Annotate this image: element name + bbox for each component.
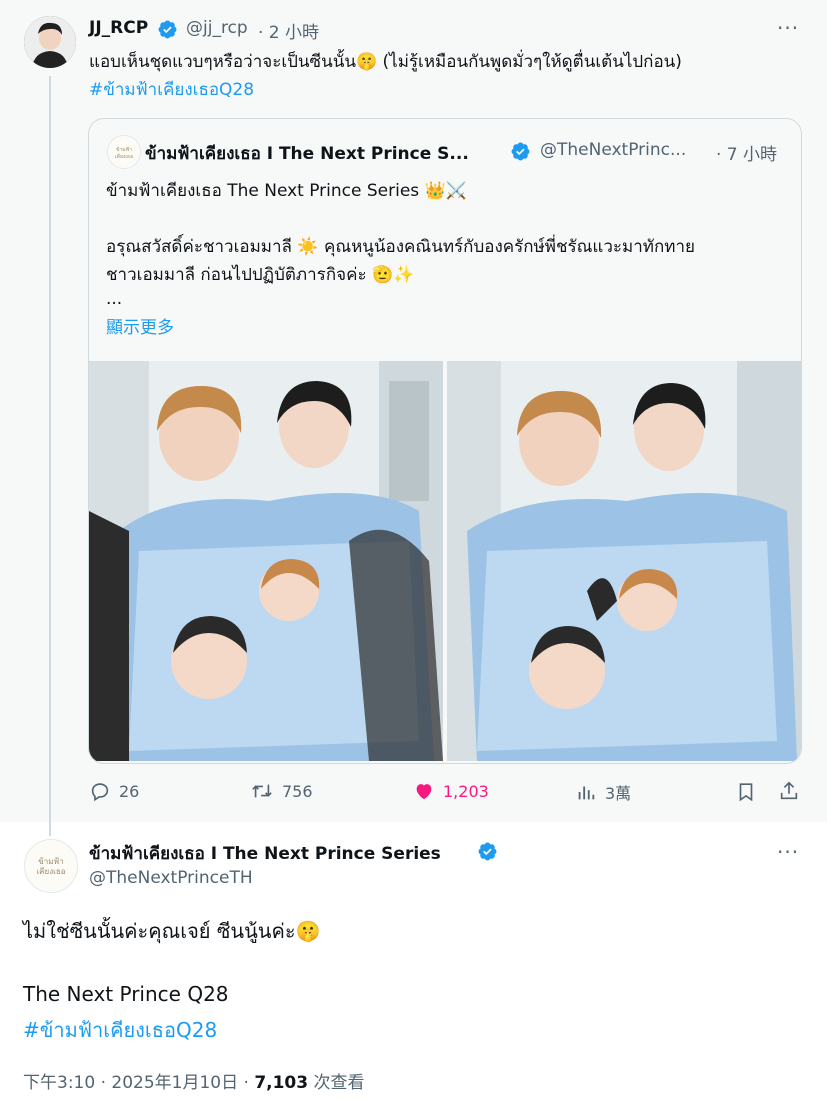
media-photo-2[interactable] — [447, 361, 801, 761]
quoted-text-line1: ข้ามฟ้าเคียงเธอ The Next Prince Series 👑… — [106, 181, 467, 201]
retweet-action[interactable]: 756 — [250, 780, 313, 802]
avatar[interactable] — [24, 16, 76, 68]
verified-badge-icon — [510, 141, 531, 166]
quoted-tweet-time[interactable]: · 7 小時 — [716, 140, 777, 165]
reply-author-handle[interactable]: @TheNextPrinceTH — [89, 868, 253, 888]
show-more-link[interactable]: 顯示更多 — [106, 313, 174, 338]
reply-text-line2: The Next Prince Q28 — [23, 982, 229, 1006]
heart-filled-icon — [413, 780, 435, 802]
quoted-tweet-card[interactable]: ข้ามฟ้า เคียงเธอ ข้ามฟ้าเคียงเธอ I The Ne… — [88, 118, 802, 764]
tweet-timestamp-row: 下午3:10 · 2025年1月10日 · 7,103 次查看 — [23, 1068, 365, 1093]
thread-connector-line — [49, 76, 51, 836]
more-options-icon[interactable]: ··· — [777, 16, 799, 40]
more-options-icon[interactable]: ··· — [777, 840, 799, 864]
like-count: 1,203 — [443, 781, 489, 801]
svg-text:ข้ามฟ้า: ข้ามฟ้า — [38, 857, 63, 866]
verified-badge-icon — [157, 19, 178, 44]
reply-count: 26 — [119, 781, 140, 801]
reply-author-name[interactable]: ข้ามฟ้าเคียงเธอ I The Next Prince Series — [89, 840, 441, 867]
media-photo-1[interactable] — [89, 361, 443, 761]
like-action[interactable]: 1,203 — [413, 780, 489, 802]
view-count: 7,103 — [254, 1073, 309, 1093]
retweet-count: 756 — [282, 781, 313, 801]
tweet-text: แอบเห็นชุดแวบๆหรือว่าจะเป็นซีนนั้น🤫 (ไม่… — [89, 52, 682, 72]
svg-text:ข้ามฟ้า: ข้ามฟ้า — [116, 146, 132, 153]
reply-avatar[interactable]: ข้ามฟ้า เคียงเธอ — [24, 839, 78, 893]
reply-text-line1: ไม่ใช่ซีนนั้นค่ะคุณเจย์ ซีนนู้นค่ะ🤫 — [23, 919, 321, 943]
svg-text:เคียงเธอ: เคียงเธอ — [36, 867, 65, 876]
view-label: 次查看 — [308, 1073, 365, 1093]
retweet-icon — [250, 780, 274, 802]
author-handle[interactable]: @jj_rcp — [186, 18, 248, 38]
reply-icon — [89, 780, 111, 802]
reply-action[interactable]: 26 — [89, 780, 139, 802]
views-chart-icon — [575, 781, 597, 803]
verified-badge-icon — [477, 841, 498, 866]
quoted-avatar[interactable]: ข้ามฟ้า เคียงเธอ — [107, 135, 141, 169]
quoted-text-ellipsis: ... — [106, 289, 123, 309]
hashtag-link[interactable]: #ข้ามฟ้าเคียงเธอQ28 — [89, 76, 254, 103]
quoted-author-name[interactable]: ข้ามฟ้าเคียงเธอ I The Next Prince S... — [145, 140, 469, 167]
quoted-author-handle[interactable]: @TheNextPrinc... — [540, 140, 686, 160]
tweet-time[interactable]: · 2 小時 — [258, 18, 319, 43]
views-count: 3萬 — [605, 784, 632, 803]
reply-hashtag-link[interactable]: #ข้ามฟ้าเคียงเธอQ28 — [23, 1014, 217, 1046]
views-action[interactable]: 3萬 — [575, 780, 631, 804]
bookmark-icon[interactable] — [735, 781, 757, 803]
share-icon[interactable] — [778, 780, 800, 802]
quoted-text-line3: ชาวเอมมาลี ก่อนไปปฏิบัติภารกิจค่ะ 🫡✨ — [106, 265, 415, 285]
tweet-timestamp[interactable]: 下午3:10 · 2025年1月10日 · — [23, 1073, 254, 1093]
quoted-text-line2: อรุณสวัสดิ์ค่ะชาวเอมมาลี ☀️ คุณหนูน้องคณ… — [106, 237, 695, 257]
svg-text:เคียงเธอ: เคียงเธอ — [115, 153, 133, 160]
author-name[interactable]: JJ_RCP — [89, 18, 148, 38]
